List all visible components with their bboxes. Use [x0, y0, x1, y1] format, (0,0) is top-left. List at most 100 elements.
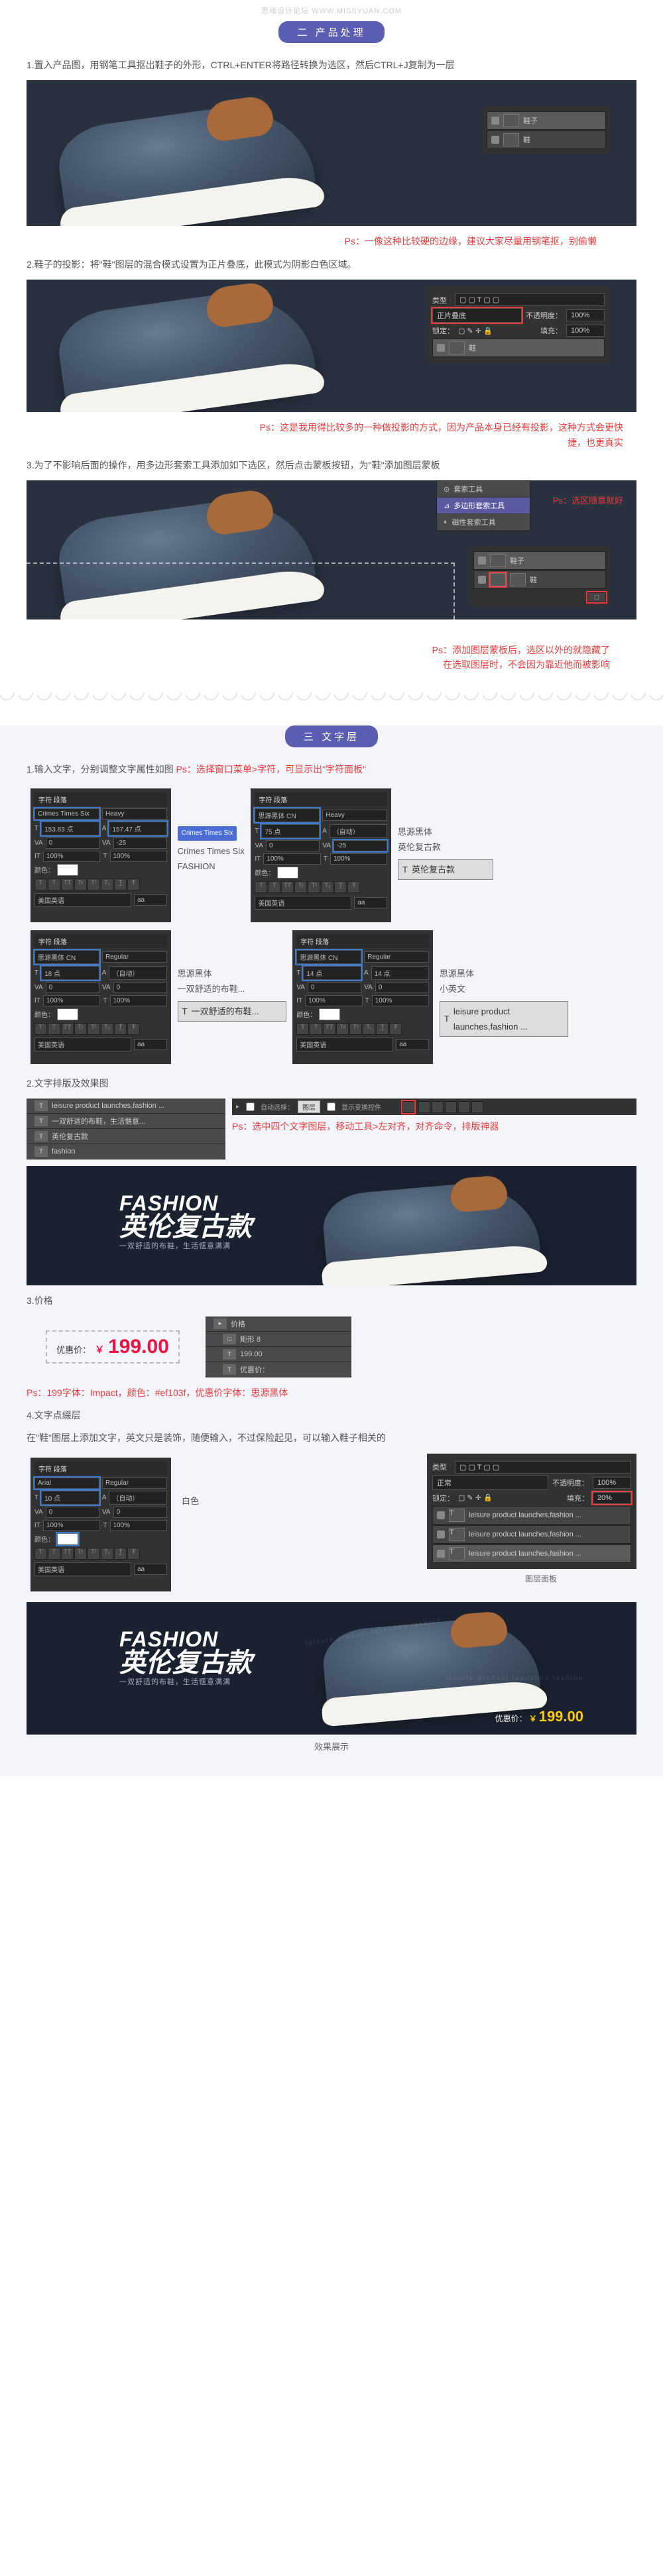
align-icon[interactable]	[418, 1101, 430, 1113]
panel-tabs[interactable]: 字符 段落	[34, 934, 167, 948]
font2-desc: 思源黑体 英伦复古款 T 英伦复古款	[398, 824, 493, 881]
leading[interactable]: 157.47 点	[109, 822, 167, 835]
color-swatch[interactable]	[57, 1533, 78, 1545]
panel-tabs[interactable]: 字符 段落	[34, 792, 167, 806]
opacity-value[interactable]: 100%	[566, 309, 605, 321]
font1-desc: Crimes Times Six Crimes Times Six FASHIO…	[178, 824, 245, 875]
color-swatch[interactable]	[277, 867, 298, 879]
align-icon[interactable]	[458, 1101, 470, 1113]
kind-select[interactable]: ▢ ▢ T ▢ ▢	[455, 294, 605, 306]
menu-magnetic-lasso[interactable]: ◐磁性套索工具	[437, 514, 530, 531]
align-options-bar: ▸ 自动选择： 图层 显示变换控件	[232, 1099, 636, 1115]
blend-mode[interactable]: 正常	[432, 1476, 548, 1490]
layer-row[interactable]: 鞋	[432, 339, 605, 357]
layer-row[interactable]: Tfashion	[27, 1144, 225, 1159]
layer-row[interactable]: T优惠价：	[206, 1362, 351, 1377]
section3-title: 三 文字层	[285, 725, 378, 747]
align-icon[interactable]	[432, 1101, 444, 1113]
fill-label: 填充：	[540, 325, 562, 336]
font-family[interactable]: 思源黑体 CN	[255, 808, 320, 822]
lang[interactable]: 美国英语	[34, 893, 131, 907]
font-family[interactable]: 思源黑体 CN	[34, 950, 99, 964]
color-swatch[interactable]	[57, 1008, 78, 1020]
color-swatch[interactable]	[319, 1008, 340, 1020]
text-thumb-icon: T	[444, 1011, 450, 1026]
s3-step1: 1.输入文字，分别调整文字属性如图 Ps：选择窗口菜单>字符，可显示出"字符面板…	[27, 762, 636, 777]
menu-lasso[interactable]: ⊙套索工具	[437, 481, 530, 498]
font-size[interactable]: 10 点	[41, 1491, 99, 1505]
s3-step3: 3.价格	[27, 1293, 636, 1308]
layer-row[interactable]: 鞋子	[473, 551, 606, 570]
blend-mode-select[interactable]: 正片叠底	[432, 308, 522, 323]
price-box: 优惠价： ￥ 199.00	[46, 1330, 180, 1364]
font-style[interactable]: Heavy	[102, 808, 167, 820]
layer-thumb	[490, 554, 506, 567]
lang[interactable]: 美国英语	[296, 1038, 393, 1051]
wave-separator	[0, 692, 663, 712]
font-family[interactable]: Crimes Times Six	[34, 808, 99, 820]
show-transform-check[interactable]	[327, 1102, 335, 1111]
lang[interactable]: 美国英语	[255, 896, 351, 910]
layer-row[interactable]: 鞋	[473, 570, 606, 589]
text-layers-panel: Tleisure product launches,fashion ... T一…	[27, 1099, 225, 1159]
align-icon[interactable]	[445, 1101, 457, 1113]
menu-poly-lasso[interactable]: ⊿多边形套索工具	[437, 498, 530, 514]
layer-row[interactable]: T199.00	[206, 1347, 351, 1362]
fill-value[interactable]: 20%	[593, 1492, 631, 1504]
layer-thumb	[449, 341, 465, 354]
align-icon[interactable]	[471, 1101, 483, 1113]
result-banner-final: FASHION 英伦复古款 一双舒适的布鞋，生活惬意满满 leisure pro…	[27, 1602, 636, 1735]
font-style[interactable]: Regular	[364, 951, 429, 963]
final-caption: 效果展示	[27, 1740, 636, 1752]
fill-value[interactable]: 100%	[566, 325, 605, 337]
char-panel-4: 字符 段落 思源黑体 CNRegular T14 点A14 点 VA0VA0 I…	[292, 930, 433, 1064]
layer-row[interactable]: 鞋子	[487, 111, 606, 130]
visibility-icon[interactable]	[478, 576, 486, 584]
layers-panel-1: 鞋子 鞋	[483, 107, 610, 154]
layer-row[interactable]: T一双舒适的布鞋，生活惬意...	[27, 1114, 225, 1129]
font-family[interactable]: 思源黑体 CN	[296, 950, 361, 964]
align-left-icon[interactable]	[402, 1101, 414, 1113]
char-panel-1: 字符 段落 Crimes Times SixHeavy T153.83 点A15…	[30, 788, 171, 922]
font4-desc: 思源黑体 小英文 T leisure product launches,fash…	[440, 966, 568, 1038]
mask-thumb	[490, 573, 506, 586]
font-family[interactable]: Arial	[34, 1477, 99, 1489]
font-size[interactable]: 153.83 点	[41, 822, 99, 835]
mask-button-icon[interactable]: ◻	[587, 592, 606, 602]
panel-tabs[interactable]: 字符 段落	[296, 934, 429, 948]
layer-row[interactable]: Tleisure product launches,fashion ...	[27, 1099, 225, 1114]
font-size[interactable]: 75 点	[261, 824, 320, 838]
layer-row[interactable]: T英伦复古款	[27, 1129, 225, 1144]
font-size[interactable]: 14 点	[303, 966, 361, 980]
layer-row[interactable]: 鞋	[487, 131, 606, 149]
folder-row[interactable]: ▸价格	[206, 1316, 351, 1332]
font-style[interactable]: Heavy	[322, 810, 387, 821]
visibility-icon[interactable]	[478, 557, 486, 564]
deco-layers-panel: 类型 ▢ ▢ T ▢ ▢ 正常 不透明度： 100% 锁定： ▢ ✎ ✛ 🔒 填…	[427, 1454, 636, 1569]
visibility-icon[interactable]	[491, 117, 499, 125]
visibility-icon[interactable]	[437, 344, 445, 352]
banner-text: FASHION 英伦复古款 一双舒适的布鞋，生活惬意满满	[119, 1193, 252, 1250]
lang[interactable]: 美国英语	[34, 1038, 131, 1051]
auto-select-check[interactable]	[246, 1102, 255, 1111]
panel-tabs[interactable]: 字符 段落	[34, 1462, 167, 1476]
text-thumb-icon: T	[402, 862, 408, 877]
autoselect-target[interactable]: 图层	[298, 1100, 320, 1113]
result-banner-1: FASHION 英伦复古款 一双舒适的布鞋，生活惬意满满	[27, 1166, 636, 1285]
layer-row[interactable]: □矩形 8	[206, 1332, 351, 1347]
kind-label: 类型	[432, 295, 451, 305]
font3-desc: 思源黑体 一双舒适的布鞋... T 一双舒适的布鞋...	[178, 966, 286, 1022]
lang[interactable]: 美国英语	[34, 1562, 131, 1576]
panel-tabs[interactable]: 字符 段落	[255, 792, 387, 806]
lasso-context-menu: ⊙套索工具 ⊿多边形套索工具 ◐磁性套索工具	[436, 480, 530, 531]
font-style[interactable]: Regular	[102, 1477, 167, 1489]
layer-name: 鞋	[530, 574, 537, 585]
color-swatch[interactable]	[57, 864, 78, 876]
font-size[interactable]: 18 点	[41, 966, 99, 980]
font-style[interactable]: Regular	[102, 951, 167, 963]
visibility-icon[interactable]	[491, 136, 499, 144]
layers-panel-2: 鞋子 鞋 ◻	[469, 547, 610, 606]
section2-title: 二 产品处理	[278, 21, 384, 43]
s2-step2: 2.鞋子的投影：将"鞋"图层的混合模式设置为正片叠底，此模式为阴影白色区域。	[27, 257, 636, 272]
text-thumb-icon: T	[182, 1004, 188, 1019]
